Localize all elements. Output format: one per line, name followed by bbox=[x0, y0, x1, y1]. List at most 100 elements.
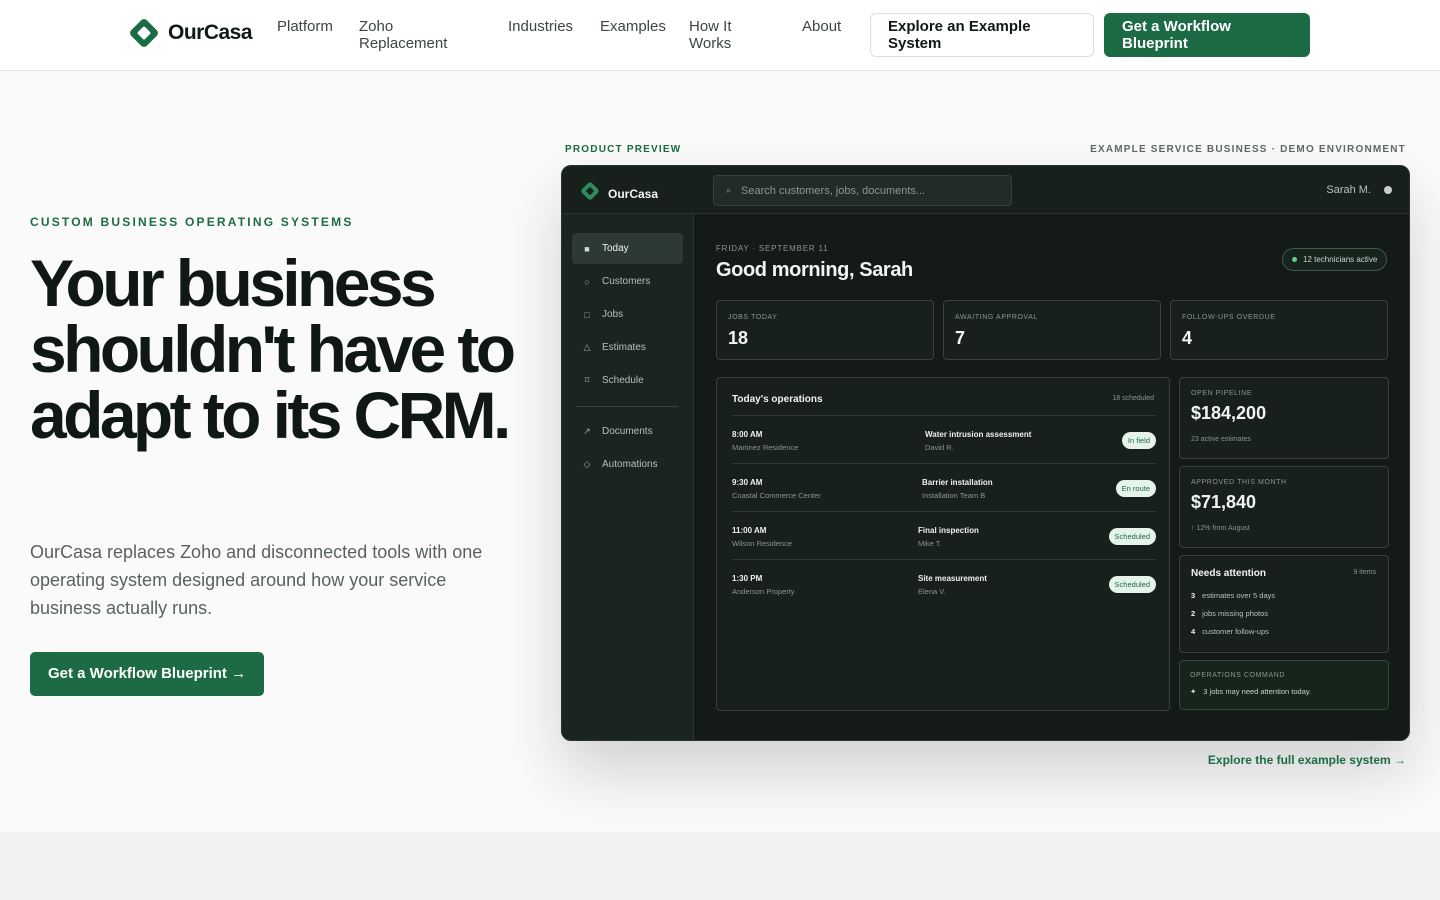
search-icon: ⌕ bbox=[726, 185, 732, 195]
command-message: 3 jobs may need attention today. bbox=[1203, 687, 1312, 696]
app-brand-name: OurCasa bbox=[608, 186, 659, 201]
app-sidebar: ■ Today ○ Customers □ Jobs △ Estimates ⌑… bbox=[562, 214, 694, 740]
sidebar-item-today[interactable]: ■ Today bbox=[572, 233, 683, 264]
sidebar-item-label: Documents bbox=[602, 426, 653, 437]
operation-place: Wilson Residence bbox=[732, 539, 793, 548]
approved-value: $71,840 bbox=[1191, 492, 1257, 512]
technicians-status-badge[interactable]: 12 technicians active bbox=[1282, 248, 1388, 271]
operation-row[interactable]: 8:00 AM Martinez Residence Water intrusi… bbox=[732, 415, 1156, 463]
status-badge: In field bbox=[1121, 432, 1156, 449]
hero-subcopy: OurCasa replaces Zoho and disconnected t… bbox=[30, 542, 483, 618]
operations-command-card[interactable]: OPERATIONS COMMAND ✦ 3 jobs may need att… bbox=[1179, 660, 1389, 710]
sidebar-item-documents[interactable]: ↗ Documents bbox=[572, 416, 683, 447]
needs-attention-card[interactable]: Needs attention 9 items 3 estimates over… bbox=[1179, 555, 1389, 653]
operation-row[interactable]: 9:30 AM Coastal Commerce Center Barrier … bbox=[732, 463, 1156, 511]
stat-value: 4 bbox=[1182, 328, 1193, 348]
command-label: OPERATIONS COMMAND bbox=[1190, 672, 1286, 679]
explore-full-system-link[interactable]: Explore the full example system → bbox=[1208, 753, 1406, 767]
nav-link-zoho-replacement[interactable]: Zoho Replacement bbox=[359, 18, 469, 52]
attention-title: Needs attention bbox=[1191, 568, 1267, 579]
stat-card-jobs-today[interactable]: JOBS TODAY 18 bbox=[716, 300, 934, 360]
attention-item-count: 4 bbox=[1191, 627, 1196, 636]
stat-value: 18 bbox=[728, 328, 749, 348]
stat-label: JOBS TODAY bbox=[728, 314, 778, 321]
user-status-icon bbox=[1384, 186, 1392, 194]
sidebar-item-customers[interactable]: ○ Customers bbox=[572, 266, 683, 297]
operation-row[interactable]: 11:00 AM Wilson Residence Final inspecti… bbox=[732, 511, 1156, 559]
brand-name: OurCasa bbox=[168, 21, 253, 44]
sidebar-item-estimates[interactable]: △ Estimates bbox=[572, 332, 683, 363]
operation-place: Coastal Commerce Center bbox=[732, 491, 821, 500]
operation-assignee: Mike T. bbox=[918, 539, 942, 548]
get-blueprint-hero-button[interactable]: Get a Workflow Blueprint → bbox=[30, 652, 265, 696]
hero-headline: Your business shouldn't have to adapt to… bbox=[30, 246, 516, 452]
operation-row[interactable]: 1:30 PM Anderson Property Site measureme… bbox=[732, 559, 1156, 607]
app-user-name[interactable]: Sarah M. bbox=[1326, 184, 1371, 196]
attention-item-count: 2 bbox=[1191, 609, 1196, 618]
pipeline-label: OPEN PIPELINE bbox=[1191, 390, 1253, 397]
status-badge: Scheduled bbox=[1108, 576, 1156, 593]
arrow-upright-icon: ↗ bbox=[583, 426, 591, 436]
stat-card-followups-overdue[interactable]: FOLLOW-UPS OVERDUE 4 bbox=[1170, 300, 1388, 360]
sidebar-item-label: Today bbox=[602, 243, 629, 254]
top-navigation: OurCasa Platform Zoho Replacement Indust… bbox=[0, 0, 1440, 71]
operations-count: 18 scheduled bbox=[1112, 395, 1154, 402]
app-topbar: OurCasa ⌕ Sarah M. bbox=[562, 166, 1409, 214]
operation-place: Martinez Residence bbox=[732, 443, 799, 452]
attention-item-text: jobs missing photos bbox=[1202, 609, 1269, 618]
stat-label: FOLLOW-UPS OVERDUE bbox=[1182, 314, 1276, 321]
attention-item-text: estimates over 5 days bbox=[1202, 591, 1276, 600]
nav-link-examples[interactable]: Examples bbox=[600, 18, 666, 35]
sidebar-item-jobs[interactable]: □ Jobs bbox=[572, 299, 683, 330]
operation-place: Anderson Property bbox=[732, 587, 795, 596]
operation-time: 8:00 AM bbox=[732, 430, 763, 439]
nav-link-platform[interactable]: Platform bbox=[277, 18, 333, 35]
stat-label: AWAITING APPROVAL bbox=[955, 314, 1039, 321]
demo-environment-label: EXAMPLE SERVICE BUSINESS · DEMO ENVIRONM… bbox=[1090, 144, 1406, 155]
sidebar-divider bbox=[577, 406, 678, 407]
sidebar-item-automations[interactable]: ◇ Automations bbox=[572, 449, 683, 480]
status-badge: En route bbox=[1115, 480, 1156, 497]
nav-link-industries[interactable]: Industries bbox=[508, 18, 573, 35]
attention-item[interactable]: 2 jobs missing photos bbox=[1191, 609, 1268, 618]
status-badge: Scheduled bbox=[1108, 528, 1156, 545]
operation-time: 9:30 AM bbox=[732, 478, 763, 487]
sidebar-item-label: Jobs bbox=[602, 309, 624, 320]
app-preview-window: OurCasa ⌕ Sarah M. ■ Today ○ Customers □… bbox=[561, 165, 1410, 741]
open-pipeline-card[interactable]: OPEN PIPELINE $184,200 23 active estimat… bbox=[1179, 377, 1389, 459]
operation-assignee: Elena V. bbox=[918, 587, 946, 596]
operation-assignee: Installation Team B bbox=[922, 491, 986, 500]
operation-task: Water intrusion assessment bbox=[925, 430, 1032, 439]
stat-card-awaiting-approval[interactable]: AWAITING APPROVAL 7 bbox=[943, 300, 1161, 360]
todays-operations-panel: Today's operations 18 scheduled 8:00 AM … bbox=[716, 377, 1170, 711]
attention-item[interactable]: 4 customer follow-ups bbox=[1191, 627, 1269, 636]
app-search-box[interactable]: ⌕ bbox=[713, 175, 1012, 206]
attention-item[interactable]: 3 estimates over 5 days bbox=[1191, 591, 1275, 600]
circle-icon: ○ bbox=[584, 276, 590, 287]
operation-time: 1:30 PM bbox=[732, 574, 763, 583]
app-brand[interactable]: OurCasa bbox=[580, 181, 658, 206]
operations-title: Today's operations bbox=[732, 394, 823, 405]
approved-label: APPROVED THIS MONTH bbox=[1191, 479, 1287, 486]
sidebar-item-schedule[interactable]: ⌑ Schedule bbox=[572, 365, 683, 396]
explore-example-button[interactable]: Explore an Example System bbox=[870, 13, 1094, 57]
app-main-panel: FRIDAY · SEPTEMBER 11 Good morning, Sara… bbox=[694, 214, 1409, 740]
pipeline-subtext: 23 active estimates bbox=[1191, 436, 1251, 443]
nav-link-about[interactable]: About bbox=[802, 18, 841, 35]
sidebar-item-label: Estimates bbox=[602, 342, 646, 353]
operation-task: Final inspection bbox=[918, 526, 979, 535]
app-search-input[interactable] bbox=[741, 184, 982, 197]
sparkle-icon: ✦ bbox=[1190, 687, 1197, 696]
app-logo-icon bbox=[580, 181, 600, 206]
get-blueprint-nav-button[interactable]: Get a Workflow Blueprint bbox=[1104, 13, 1310, 57]
attention-count: 9 items bbox=[1353, 569, 1376, 576]
nav-link-how-it-works[interactable]: How It Works bbox=[689, 18, 749, 52]
next-section-band bbox=[0, 832, 1440, 900]
square-icon: ■ bbox=[584, 243, 590, 254]
operation-task: Barrier installation bbox=[922, 478, 993, 487]
brand-logo[interactable]: OurCasa bbox=[128, 17, 253, 49]
approved-this-month-card[interactable]: APPROVED THIS MONTH $71,840 ↑ 12% from A… bbox=[1179, 466, 1389, 548]
hero-eyebrow: CUSTOM BUSINESS OPERATING SYSTEMS bbox=[30, 215, 354, 229]
pipeline-value: $184,200 bbox=[1191, 403, 1267, 423]
triangle-icon: △ bbox=[583, 342, 591, 352]
